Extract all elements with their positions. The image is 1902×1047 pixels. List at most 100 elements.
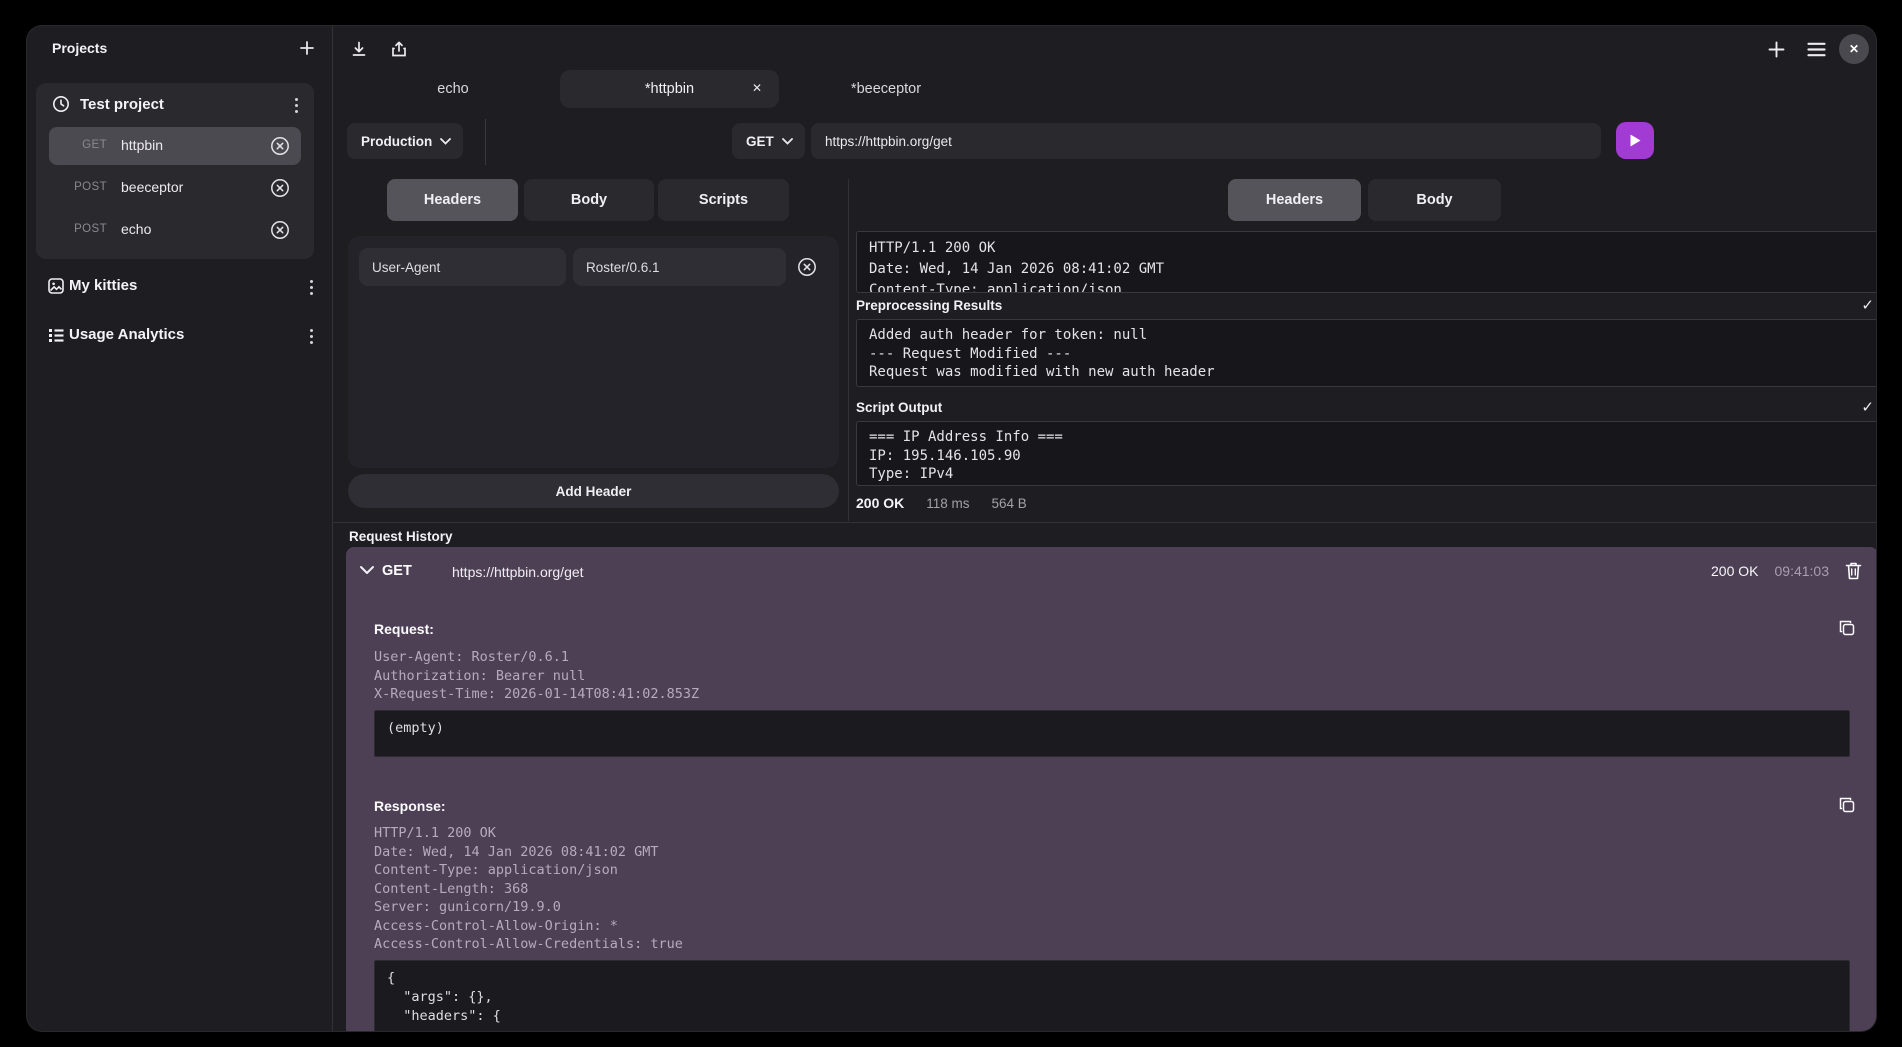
project-group-usage-analytics[interactable]: Usage Analytics bbox=[27, 320, 333, 350]
delete-entry-button[interactable] bbox=[1845, 561, 1862, 580]
share-icon bbox=[390, 40, 408, 58]
script-output-box[interactable]: === IP Address Info === IP: 195.146.105.… bbox=[856, 421, 1877, 486]
tab-label: Headers bbox=[424, 192, 481, 208]
header-key-input[interactable]: User-Agent bbox=[359, 248, 566, 286]
play-icon bbox=[1628, 133, 1642, 148]
tab-beeceptor[interactable]: *beeceptor bbox=[779, 70, 993, 108]
history-request-body-box[interactable]: (empty) bbox=[374, 710, 1850, 757]
tab-httpbin[interactable]: *httpbin ✕ bbox=[560, 70, 779, 108]
remove-request-icon[interactable] bbox=[269, 219, 291, 241]
check-icon: ✓ bbox=[1861, 296, 1874, 314]
remove-request-icon[interactable] bbox=[269, 177, 291, 199]
history-request-body: (empty) bbox=[387, 719, 1837, 738]
send-request-button[interactable] bbox=[1616, 122, 1654, 159]
screen: Projects Test project GET httpbin bbox=[0, 0, 1902, 1047]
history-timestamp: 09:41:03 bbox=[1775, 563, 1830, 579]
request-method-label: POST bbox=[59, 223, 107, 235]
request-tab-scripts[interactable]: Scripts bbox=[658, 179, 789, 221]
history-request-header-line: Authorization: Bearer null bbox=[374, 667, 699, 686]
sidebar-request-echo[interactable]: POST echo bbox=[49, 211, 301, 249]
project-menu-button[interactable] bbox=[303, 277, 319, 297]
history-response-label: Response: bbox=[374, 798, 446, 814]
project-name: Usage Analytics bbox=[69, 326, 184, 343]
header-value-input[interactable]: Roster/0.6.1 bbox=[573, 248, 786, 286]
export-button[interactable] bbox=[387, 37, 411, 61]
plus-icon bbox=[299, 40, 315, 56]
tab-echo[interactable]: echo bbox=[346, 70, 560, 108]
history-request-label: Request: bbox=[374, 621, 434, 637]
url-value: https://httpbin.org/get bbox=[825, 134, 952, 149]
history-response-header-line: Date: Wed, 14 Jan 2026 08:41:02 GMT bbox=[374, 843, 683, 862]
project-name[interactable]: Test project bbox=[80, 96, 164, 113]
history-response-body-line: "args": {}, bbox=[387, 988, 1837, 1007]
chevron-down-icon bbox=[782, 138, 793, 145]
divider bbox=[485, 119, 486, 165]
sidebar-request-httpbin[interactable]: GET httpbin bbox=[49, 127, 301, 165]
status-size: 564 B bbox=[992, 496, 1027, 511]
request-tab-headers[interactable]: Headers bbox=[387, 179, 518, 221]
tab-label: echo bbox=[437, 81, 468, 97]
history-response-header-line: HTTP/1.1 200 OK bbox=[374, 824, 683, 843]
tab-label: Body bbox=[1416, 192, 1452, 208]
request-name-label: echo bbox=[121, 221, 151, 237]
history-url: https://httpbin.org/get bbox=[452, 564, 584, 580]
add-header-label: Add Header bbox=[556, 484, 632, 499]
response-preview-line: Content-Type: application/json bbox=[869, 280, 1865, 293]
status-code: 200 OK bbox=[856, 495, 904, 511]
project-menu-button[interactable] bbox=[303, 326, 319, 346]
history-response-body-box[interactable]: { "args": {}, "headers": { bbox=[374, 960, 1850, 1032]
menu-button[interactable] bbox=[1803, 36, 1829, 62]
tab-label: *beeceptor bbox=[851, 81, 921, 97]
header-key-value: User-Agent bbox=[372, 260, 440, 275]
response-headers-preview[interactable]: HTTP/1.1 200 OK Date: Wed, 14 Jan 2026 0… bbox=[856, 231, 1877, 293]
history-response-header-line: Access-Control-Allow-Origin: * bbox=[374, 917, 683, 936]
history-request-header-line: X-Request-Time: 2026-01-14T08:41:02.853Z bbox=[374, 685, 699, 704]
response-preview-line: Date: Wed, 14 Jan 2026 08:41:02 GMT bbox=[869, 259, 1865, 280]
close-tab-icon[interactable]: ✕ bbox=[752, 81, 762, 95]
request-tab-body[interactable]: Body bbox=[524, 179, 654, 221]
project-menu-button[interactable] bbox=[288, 95, 304, 115]
copy-request-button[interactable] bbox=[1838, 619, 1856, 637]
copy-icon bbox=[1838, 619, 1856, 637]
response-status-bar: 200 OK 118 ms 564 B bbox=[856, 495, 1027, 511]
remove-request-icon[interactable] bbox=[269, 135, 291, 157]
url-input[interactable]: https://httpbin.org/get bbox=[811, 123, 1601, 159]
section-title: Preprocessing Results bbox=[856, 298, 1002, 313]
response-tab-body[interactable]: Body bbox=[1368, 179, 1501, 221]
image-icon bbox=[47, 277, 65, 295]
import-button[interactable] bbox=[347, 37, 371, 61]
panel-divider bbox=[848, 179, 849, 521]
new-tab-button[interactable] bbox=[1763, 36, 1789, 62]
tab-label: Headers bbox=[1266, 192, 1323, 208]
request-name-label: beeceptor bbox=[121, 179, 183, 195]
section-title: Script Output bbox=[856, 400, 942, 415]
response-tab-headers[interactable]: Headers bbox=[1228, 179, 1361, 221]
script-output-header: Script Output ✓ bbox=[856, 398, 1877, 419]
method-value: GET bbox=[746, 134, 774, 149]
script-output-line: === IP Address Info === bbox=[869, 428, 1865, 447]
sidebar-request-beeceptor[interactable]: POST beeceptor bbox=[49, 169, 301, 207]
history-request-header-line: User-Agent: Roster/0.6.1 bbox=[374, 648, 699, 667]
window-close-button[interactable]: ✕ bbox=[1839, 34, 1869, 64]
tab-label: *httpbin bbox=[645, 81, 694, 97]
environment-dropdown[interactable]: Production bbox=[347, 123, 463, 159]
method-dropdown[interactable]: GET bbox=[732, 123, 805, 159]
app-window: Projects Test project GET httpbin bbox=[26, 25, 1877, 1032]
history-response-header-line: Content-Length: 368 bbox=[374, 880, 683, 899]
history-response-header-line: Server: gunicorn/19.9.0 bbox=[374, 898, 683, 917]
history-response-body-line: "headers": { bbox=[387, 1007, 1837, 1026]
trash-icon bbox=[1845, 561, 1862, 580]
chevron-down-icon bbox=[440, 138, 451, 145]
collapse-entry-button[interactable] bbox=[359, 565, 375, 575]
project-group-test-project: Test project GET httpbin POST beeceptor bbox=[36, 83, 314, 259]
clock-icon bbox=[52, 95, 70, 113]
add-header-button[interactable]: Add Header bbox=[348, 474, 839, 508]
remove-header-icon[interactable] bbox=[796, 256, 818, 278]
history-method: GET bbox=[382, 563, 412, 579]
new-project-button[interactable] bbox=[295, 36, 319, 60]
preprocessing-results-box[interactable]: Added auth header for token: null --- Re… bbox=[856, 319, 1877, 387]
project-group-my-kitties[interactable]: My kitties bbox=[27, 272, 333, 302]
project-name: My kitties bbox=[69, 277, 137, 294]
copy-response-button[interactable] bbox=[1838, 796, 1856, 814]
request-method-label: GET bbox=[59, 139, 107, 151]
